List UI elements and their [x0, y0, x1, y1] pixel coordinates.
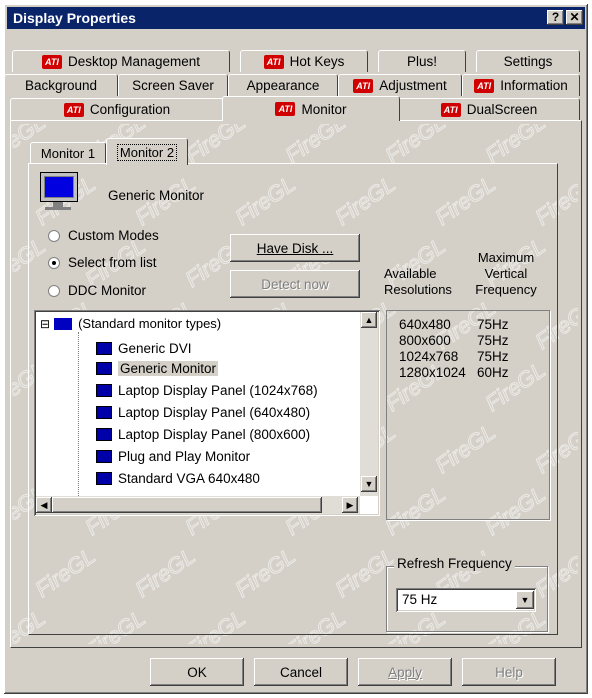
radio-circle[interactable]: [48, 229, 60, 242]
radio-ddc-monitor[interactable]: DDC Monitor: [48, 283, 146, 298]
tree-item-standard-vga[interactable]: Standard VGA 640x480: [96, 468, 260, 488]
title-bar[interactable]: Display Properties ? ✕: [7, 7, 585, 29]
scroll-left-icon[interactable]: ◀: [36, 497, 52, 513]
tree-vertical-scrollbar[interactable]: ▲ ▼: [360, 312, 378, 496]
available-resolutions-header: Available Resolutions: [384, 266, 452, 297]
radio-select-from-list[interactable]: Select from list: [48, 255, 157, 270]
refresh-frequency-select[interactable]: 75 Hz ▼: [396, 588, 536, 612]
ati-logo-icon: ATI: [440, 102, 461, 117]
apply-button[interactable]: Apply: [358, 658, 452, 686]
tab-plus[interactable]: Plus!: [378, 50, 466, 72]
monitor-tree-list[interactable]: ⊟ (Standard monitor types) Generic DVI G…: [34, 310, 380, 516]
monitors-folder-icon: [54, 317, 73, 330]
tab-background[interactable]: Background: [4, 74, 118, 96]
tree-horizontal-scrollbar[interactable]: ◀ ▶: [36, 496, 360, 514]
ati-logo-icon: ATI: [474, 78, 495, 93]
ati-logo-icon: ATI: [263, 54, 284, 69]
scroll-thumb[interactable]: [52, 497, 322, 513]
monitor-small-icon: [96, 341, 112, 355]
scroll-up-icon[interactable]: ▲: [361, 312, 377, 328]
monitor-small-icon: [96, 471, 112, 485]
tab-hot-keys[interactable]: ATI Hot Keys: [240, 50, 368, 72]
freq-1024: 75Hz: [477, 349, 509, 364]
tree-root[interactable]: ⊟ (Standard monitor types): [40, 316, 221, 331]
tree-line: [78, 332, 79, 508]
tab-dualscreen[interactable]: ATI DualScreen: [398, 98, 580, 120]
radio-circle[interactable]: [48, 256, 60, 269]
tab-adjustment[interactable]: ATI Adjustment: [338, 74, 462, 96]
radio-circle[interactable]: [48, 284, 60, 297]
tab-information[interactable]: ATI Information: [462, 74, 580, 96]
ok-button[interactable]: OK: [150, 658, 244, 686]
ati-logo-icon: ATI: [63, 102, 84, 117]
monitor-small-icon: [96, 449, 112, 463]
monitor-small-icon: [96, 383, 112, 397]
monitor-small-icon: [96, 405, 112, 419]
display-properties-window: Display Properties ? ✕ ATI Desktop Manage…: [4, 4, 588, 694]
res-1280: 1280x1024: [399, 365, 466, 380]
freq-800: 75Hz: [477, 333, 509, 348]
tab-appearance[interactable]: Appearance: [228, 74, 338, 96]
tab-settings[interactable]: Settings: [476, 50, 580, 72]
freq-1280: 60Hz: [477, 365, 509, 380]
refresh-frequency-label: Refresh Frequency: [394, 556, 515, 571]
ati-logo-icon: ATI: [353, 78, 374, 93]
window-title: Display Properties: [13, 10, 136, 26]
detect-now-button[interactable]: Detect now: [230, 270, 360, 298]
tab-monitor[interactable]: ATI Monitor: [222, 96, 400, 121]
scroll-right-icon[interactable]: ▶: [342, 497, 358, 513]
tree-item-generic-dvi[interactable]: Generic DVI: [96, 338, 192, 358]
subtab-monitor-2[interactable]: Monitor 2: [106, 138, 188, 165]
subtab-monitor-1[interactable]: Monitor 1: [30, 142, 106, 164]
resolutions-list: 640x480 75Hz 800x600 75Hz 1024x768 75Hz …: [386, 310, 550, 520]
radio-custom-modes[interactable]: Custom Modes: [48, 228, 159, 243]
res-640: 640x480: [399, 317, 451, 332]
tree-item-plug-and-play[interactable]: Plug and Play Monitor: [96, 446, 250, 466]
res-800: 800x600: [399, 333, 451, 348]
ati-logo-icon: ATI: [41, 54, 62, 69]
ati-logo-icon: ATI: [275, 102, 296, 116]
freq-640: 75Hz: [477, 317, 509, 332]
tab-desktop-management[interactable]: ATI Desktop Management: [12, 50, 230, 72]
tree-item-generic-monitor[interactable]: Generic Monitor: [96, 358, 219, 378]
tree-item-laptop-800[interactable]: Laptop Display Panel (800x600): [96, 424, 310, 444]
chevron-down-icon[interactable]: ▼: [516, 591, 534, 609]
tree-item-laptop-640[interactable]: Laptop Display Panel (640x480): [96, 402, 310, 422]
monitor-small-icon: [96, 361, 112, 375]
monitor-name: Generic Monitor: [108, 188, 205, 203]
tree-collapse-icon[interactable]: ⊟: [40, 317, 50, 331]
tree-item-laptop-1024[interactable]: Laptop Display Panel (1024x768): [96, 380, 318, 400]
have-disk-button[interactable]: Have Disk ...: [230, 234, 360, 262]
max-frequency-header: Maximum Vertical Frequency: [475, 250, 537, 297]
cancel-button[interactable]: Cancel: [254, 658, 348, 686]
help-button[interactable]: Help: [462, 658, 556, 686]
scroll-down-icon[interactable]: ▼: [361, 476, 377, 492]
res-1024: 1024x768: [399, 349, 459, 364]
help-title-button[interactable]: ?: [547, 10, 564, 25]
tab-configuration[interactable]: ATI Configuration: [10, 98, 224, 120]
tab-screen-saver[interactable]: Screen Saver: [118, 74, 228, 96]
monitor-icon: [40, 172, 78, 210]
close-title-button[interactable]: ✕: [566, 10, 583, 25]
monitor-small-icon: [96, 427, 112, 441]
